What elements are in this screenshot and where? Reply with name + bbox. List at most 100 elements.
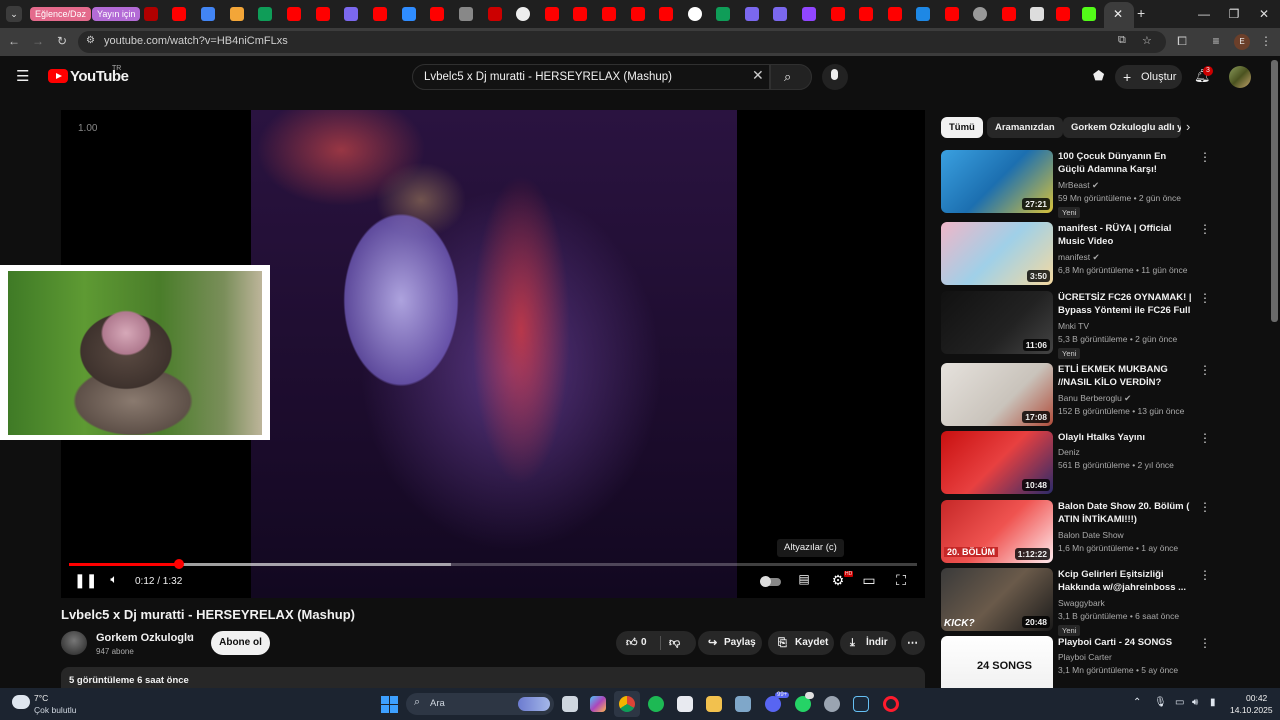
minimize-icon[interactable]: — bbox=[1190, 4, 1218, 24]
close-icon[interactable]: ✕ bbox=[1250, 4, 1278, 24]
cloud-weather-icon[interactable] bbox=[12, 695, 30, 709]
weather-description[interactable]: Çok bulutlu bbox=[34, 705, 77, 715]
recommendation-card[interactable]: 20. BÖLÜM 1:12:22 Balon Date Show 20. Bölü… bbox=[941, 500, 1211, 564]
windows-start-icon[interactable] bbox=[381, 696, 398, 713]
recommendation-card[interactable]: 17:08 ETLİ EKMEK MUKBANG //NASIL KİLO VER… bbox=[941, 363, 1211, 427]
tab-group-eglence[interactable]: Eğlence/Dəz bbox=[30, 7, 92, 21]
tab-favicon[interactable] bbox=[402, 7, 416, 21]
tab-favicon[interactable] bbox=[773, 7, 787, 21]
tab-favicon-kick[interactable] bbox=[1082, 7, 1096, 21]
url-text[interactable]: youtube.com/watch?v=HB4niCmFLxs bbox=[104, 35, 288, 47]
tab-group-yayin[interactable]: Yayın için bbox=[92, 7, 141, 21]
tab-search-icon[interactable]: ⌄ bbox=[6, 6, 22, 22]
tab-favicon-google[interactable] bbox=[688, 7, 702, 21]
tab-favicon-youtube[interactable] bbox=[287, 7, 301, 21]
tab-favicon[interactable] bbox=[344, 7, 358, 21]
more-vertical-icon[interactable]: ⋮ bbox=[1199, 431, 1211, 445]
weather-temperature[interactable]: 7°C bbox=[34, 693, 48, 703]
hamburger-menu-icon[interactable]: ☰ bbox=[16, 67, 29, 85]
video-title[interactable]: manifest - RÜYA | Official Music Video bbox=[1058, 222, 1194, 248]
opera-icon[interactable] bbox=[883, 696, 899, 712]
app-icon[interactable] bbox=[735, 696, 751, 712]
speaker-tray-icon[interactable]: 🔊︎ bbox=[1192, 697, 1198, 708]
clock-time[interactable]: 00:42 bbox=[1246, 693, 1267, 703]
tab-favicon[interactable] bbox=[488, 7, 502, 21]
chevron-right-icon[interactable]: › bbox=[1186, 119, 1190, 134]
voice-search-button[interactable] bbox=[822, 64, 848, 90]
channel-name[interactable]: Gorkem Ozkuloglu bbox=[96, 632, 194, 644]
more-vertical-icon[interactable]: ⋮ bbox=[1199, 568, 1211, 582]
tab-favicon-youtube[interactable] bbox=[430, 7, 444, 21]
more-vertical-icon[interactable]: ⋮ bbox=[1199, 150, 1211, 164]
download-button[interactable]: ⤓ İndir bbox=[840, 631, 896, 655]
save-button[interactable]: ⎘ Kaydet bbox=[768, 631, 834, 655]
channel-name[interactable]: manifest ✔ bbox=[1058, 252, 1100, 263]
tab-favicon[interactable] bbox=[459, 7, 473, 21]
search-query[interactable]: Lvbelc5 x Dj muratti - HERSEYRELAX (Mash… bbox=[424, 71, 672, 83]
more-actions-button[interactable]: ⋯ bbox=[901, 631, 925, 655]
tab-favicon-youtube[interactable] bbox=[545, 7, 559, 21]
copilot-icon[interactable] bbox=[590, 696, 606, 712]
dislike-thumbs-down-icon[interactable]: 👎︎ bbox=[669, 631, 680, 655]
recommendation-card[interactable]: 3:50 manifest - RÜYA | Official Music Vid… bbox=[941, 222, 1211, 286]
more-vertical-icon[interactable]: ⋮ bbox=[1199, 363, 1211, 377]
cast-icon[interactable]: ⬟ bbox=[1093, 68, 1104, 84]
more-vertical-icon[interactable]: ⋮ bbox=[1199, 291, 1211, 305]
tab-favicon[interactable] bbox=[1030, 7, 1044, 21]
video-thumbnail[interactable]: KICK? 20:48 bbox=[941, 568, 1053, 631]
tab-favicon-youtube[interactable] bbox=[1056, 7, 1070, 21]
channel-name[interactable]: Swaggybark bbox=[1058, 598, 1105, 608]
pause-icon[interactable]: ❚❚ bbox=[74, 572, 97, 589]
video-thumbnail[interactable]: 10:48 bbox=[941, 431, 1053, 494]
youtube-logo-icon[interactable] bbox=[48, 69, 68, 83]
spotify-icon[interactable] bbox=[648, 696, 664, 712]
video-title[interactable]: Balon Date Show 20. Bölüm ( ATIN İNTİKAM… bbox=[1058, 500, 1194, 526]
tab-favicon-sheets[interactable] bbox=[716, 7, 730, 21]
profile-avatar[interactable]: E bbox=[1234, 34, 1250, 50]
theater-mode-icon[interactable]: ▭ bbox=[858, 572, 880, 589]
channel-name[interactable]: Deniz bbox=[1058, 447, 1080, 457]
clock-date[interactable]: 14.10.2025 bbox=[1230, 705, 1273, 715]
tray-overflow-icon[interactable]: ⌃ bbox=[1133, 697, 1141, 708]
more-vertical-icon[interactable]: ⋮ bbox=[1199, 636, 1211, 650]
floating-image-overlay[interactable] bbox=[0, 265, 270, 440]
more-vertical-icon[interactable]: ⋮ bbox=[1199, 500, 1211, 514]
video-title[interactable]: Olaylı Htalks Yayını bbox=[1058, 431, 1194, 444]
page-scrollbar[interactable] bbox=[1271, 60, 1278, 322]
tab-favicon-twitch[interactable] bbox=[802, 7, 816, 21]
video-thumbnail[interactable]: 11:06 bbox=[941, 291, 1053, 354]
tab-favicon-github[interactable] bbox=[516, 7, 530, 21]
taskbar-search-box[interactable]: ⌕ Ara bbox=[406, 693, 554, 715]
tab-favicon-youtube[interactable] bbox=[172, 7, 186, 21]
tab-favicon-docs[interactable] bbox=[201, 7, 215, 21]
tab-favicon-youtube[interactable] bbox=[631, 7, 645, 21]
create-button[interactable]: + Oluştur bbox=[1115, 65, 1182, 89]
recommendation-card[interactable]: 11:06 ÜCRETSİZ FC26 OYNAMAK! | Bypass Yön… bbox=[941, 291, 1211, 359]
tab-favicon-youtube[interactable] bbox=[659, 7, 673, 21]
file-explorer-icon[interactable] bbox=[706, 696, 722, 712]
discord-icon[interactable] bbox=[765, 696, 781, 712]
extensions-icon[interactable]: ⧠ bbox=[1174, 34, 1190, 49]
tab-favicon[interactable] bbox=[230, 7, 244, 21]
forward-icon[interactable]: → bbox=[30, 34, 46, 48]
channel-name[interactable]: Mnki TV bbox=[1058, 321, 1089, 331]
channel-name[interactable]: Banu Berberoglu ✔ bbox=[1058, 393, 1131, 404]
video-thumbnail[interactable]: 17:08 bbox=[941, 363, 1053, 426]
steam-icon[interactable] bbox=[853, 696, 869, 712]
app-icon[interactable] bbox=[824, 696, 840, 712]
tab-favicon-youtube[interactable] bbox=[831, 7, 845, 21]
bookmark-star-icon[interactable]: ☆ bbox=[1142, 34, 1152, 47]
task-view-icon[interactable] bbox=[562, 696, 578, 712]
display-tray-icon[interactable]: ▭ bbox=[1175, 697, 1184, 708]
fullscreen-icon[interactable]: ⛶ bbox=[890, 572, 912, 589]
reload-icon[interactable]: ↻ bbox=[54, 34, 70, 48]
more-vertical-icon[interactable]: ⋮ bbox=[1199, 222, 1211, 236]
tab-favicon-youtube[interactable] bbox=[888, 7, 902, 21]
search-clear-icon[interactable]: ✕ bbox=[752, 67, 764, 84]
media-control-icon[interactable]: ≡ bbox=[1208, 34, 1224, 48]
channel-name[interactable]: Balon Date Show bbox=[1058, 530, 1124, 540]
tab-favicon-drive[interactable] bbox=[258, 7, 272, 21]
progress-bar[interactable] bbox=[69, 559, 917, 569]
tab-favicon-youtube[interactable] bbox=[859, 7, 873, 21]
tab-favicon-youtube[interactable] bbox=[316, 7, 330, 21]
